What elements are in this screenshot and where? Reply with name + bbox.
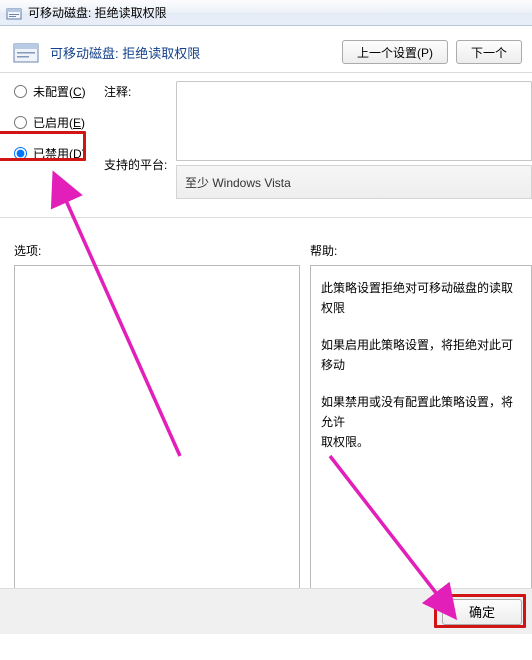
help-text-4: 取权限。 — [321, 435, 369, 449]
platform-box: 至少 Windows Vista — [176, 165, 532, 199]
content-area: 可移动磁盘: 拒绝读取权限 上一个设置(P) 下一个 未配置(C) 已启用(E)… — [0, 26, 532, 634]
help-text-2: 如果启用此策略设置，将拒绝对此可移动 — [321, 335, 521, 376]
next-setting-button[interactable]: 下一个 — [456, 40, 522, 64]
title-bar: 可移动磁盘: 拒绝读取权限 — [0, 0, 532, 26]
previous-setting-button[interactable]: 上一个设置(P) — [342, 40, 448, 64]
bottom-bar: 确定 — [0, 588, 532, 634]
radio-disabled[interactable]: 已禁用(D) — [14, 145, 104, 162]
radio-disabled-input[interactable] — [14, 147, 27, 160]
help-text-3: 如果禁用或没有配置此策略设置，将允许 — [321, 395, 513, 429]
radio-enabled-label: 已启用(E) — [33, 114, 85, 131]
radio-disabled-label: 已禁用(D) — [33, 145, 86, 162]
platform-label: 支持的平台: — [104, 156, 176, 173]
radio-not-configured-input[interactable] — [14, 85, 27, 98]
help-pane: 此策略设置拒绝对可移动磁盘的读取权限 如果启用此策略设置，将拒绝对此可移动 如果… — [310, 265, 532, 595]
lower-panes: 此策略设置拒绝对可移动磁盘的读取权限 如果启用此策略设置，将拒绝对此可移动 如果… — [0, 265, 532, 595]
registry-icon — [12, 38, 40, 66]
options-label: 选项: — [14, 242, 310, 259]
radio-group: 未配置(C) 已启用(E) 已禁用(D) — [14, 79, 104, 162]
radio-not-configured[interactable]: 未配置(C) — [14, 83, 104, 100]
options-pane — [14, 265, 300, 595]
help-text-1: 此策略设置拒绝对可移动磁盘的读取权限 — [321, 278, 521, 319]
field-col: 至少 Windows Vista — [176, 79, 532, 199]
radio-not-configured-label: 未配置(C) — [33, 83, 86, 100]
window-title: 可移动磁盘: 拒绝读取权限 — [28, 4, 167, 21]
policy-icon — [6, 5, 22, 21]
top-section: 未配置(C) 已启用(E) 已禁用(D) 注释: 支持的平台: 至少 Windo… — [0, 73, 532, 199]
radio-enabled-input[interactable] — [14, 116, 27, 129]
comment-input[interactable] — [176, 81, 532, 161]
ok-button[interactable]: 确定 — [442, 599, 522, 625]
radio-enabled[interactable]: 已启用(E) — [14, 114, 104, 131]
header-row: 可移动磁盘: 拒绝读取权限 上一个设置(P) 下一个 — [0, 26, 532, 72]
header-title: 可移动磁盘: 拒绝读取权限 — [50, 43, 332, 62]
help-label: 帮助: — [310, 242, 337, 259]
comment-label: 注释: — [104, 83, 176, 100]
mid-labels: 注释: 支持的平台: — [104, 79, 176, 173]
section-labels: 选项: 帮助: — [0, 218, 532, 265]
